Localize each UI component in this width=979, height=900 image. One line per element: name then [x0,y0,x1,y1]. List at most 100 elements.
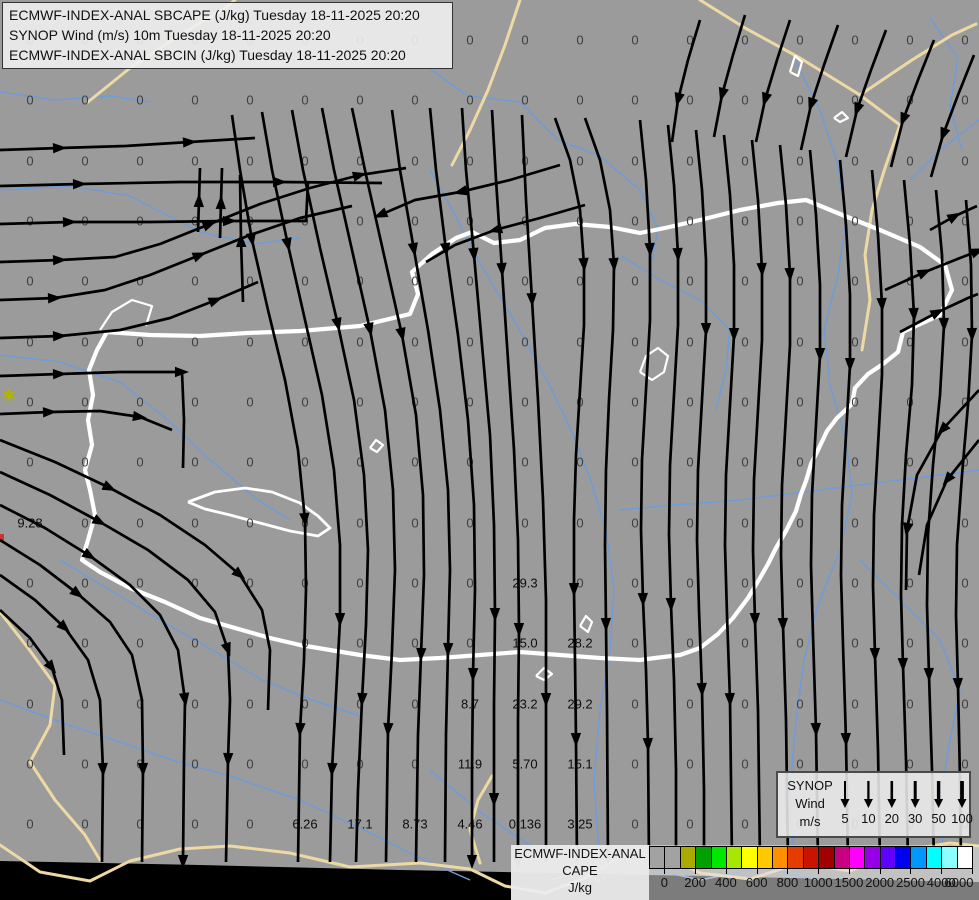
grid-zero-value: 0 [81,816,89,832]
cape-color-box [711,847,727,868]
grid-zero-value: 0 [301,575,309,591]
grid-zero-value: 0 [906,635,914,651]
grid-zero-value: 0 [961,92,969,108]
grid-zero-value: 0 [246,635,254,651]
grid-zero-value: 0 [741,816,749,832]
grid-zero-value: 0 [631,32,639,48]
grid-zero-value: 0 [191,575,199,591]
grid-zero-value: 0 [246,394,254,410]
grid-zero-value: 0 [851,575,859,591]
grid-zero-value: 0 [301,515,309,531]
grid-zero-value: 0 [631,515,639,531]
grid-zero-value: 0 [26,394,34,410]
grid-zero-value: 0 [136,756,144,772]
grid-zero-value: 0 [466,334,474,350]
cape-color-box [757,847,773,868]
cape-tick [910,868,912,874]
wind-speed-arrowhead-icon [957,799,967,808]
weather-map-stage: 0 0 0 0 0 0 0 0 0 0 0 0 0 0 0 0 0 0 0 0 0 0 0 0 0 0 0 0 0 0 0 0 0 0 0 0 0 0 0 0… [0,0,979,900]
cape-tick [664,868,666,874]
grid-zero-value: 0 [26,92,34,108]
grid-zero-value: 0 [191,394,199,410]
cape-color-box [834,847,850,868]
grid-zero-value: 0 [961,394,969,410]
grid-zero-value: 0 [851,394,859,410]
grid-zero-value: 0 [26,273,34,289]
grid-zero-value: 0 [411,575,419,591]
grid-zero-value: 0 [81,334,89,350]
grid-zero-value: 0 [741,394,749,410]
cape-tick-label: 400 [715,875,737,890]
grid-zero-value: 0 [851,153,859,169]
grid-zero-value: 0 [136,575,144,591]
grid-zero-value: 0 [686,92,694,108]
cape-color-box [773,847,789,868]
grid-zero-value: 0 [246,153,254,169]
wind-legend-title: SYNOP [787,778,833,793]
grid-zero-value: 0 [796,515,804,531]
station-value: 8.7 [460,696,480,712]
grid-zero-value: 0 [961,696,969,712]
grid-zero-value: 0 [796,696,804,712]
grid-zero-value: 0 [246,273,254,289]
grid-zero-value: 0 [851,635,859,651]
grid-zero-value: 0 [686,696,694,712]
grid-zero-value: 0 [631,334,639,350]
station-value: 15.1 [567,756,593,772]
cape-tick [818,868,820,874]
grid-zero-value: 0 [686,635,694,651]
station-value: 23.2 [512,696,538,712]
grid-zero-value: 0 [686,575,694,591]
grid-zero-value: 0 [411,92,419,108]
cape-color-box [665,847,681,868]
grid-zero-value: 0 [796,92,804,108]
grid-zero-value: 0 [906,213,914,229]
cape-tick [848,868,850,874]
station-value: 4.46 [457,816,483,832]
grid-zero-value: 0 [631,575,639,591]
grid-zero-value: 0 [191,273,199,289]
grid-zero-value: 0 [246,756,254,772]
grid-zero-value: 0 [411,334,419,350]
grid-zero-value: 0 [26,635,34,651]
station-value: 29.3 [512,575,538,591]
grid-zero-value: 0 [301,213,309,229]
grid-zero-value: 0 [356,273,364,289]
grid-zero-value: 0 [26,334,34,350]
grid-zero-value: 0 [356,696,364,712]
grid-zero-value: 0 [136,454,144,470]
grid-zero-value: 0 [411,454,419,470]
cape-tick [695,868,697,874]
grid-zero-value: 0 [741,92,749,108]
grid-zero-value: 0 [136,334,144,350]
map-title-box: ECMWF-INDEX-ANAL SBCAPE (J/kg) Tuesday 1… [2,2,453,69]
grid-zero-value: 0 [521,32,529,48]
grid-zero-value: 0 [686,273,694,289]
grid-zero-value: 0 [26,153,34,169]
grid-zero-value: 0 [631,756,639,772]
grid-zero-value: 0 [81,273,89,289]
title-line-wind: SYNOP Wind (m/s) 10m Tuesday 18-11-2025 … [9,27,331,43]
grid-zero-value: 0 [961,635,969,651]
title-line-sbcin: ECMWF-INDEX-ANAL SBCIN (J/kg) Tuesday 18… [9,47,406,63]
grid-zero-value: 0 [576,515,584,531]
grid-zero-value: 0 [521,334,529,350]
grid-zero-value: 0 [906,92,914,108]
grid-zero-value: 0 [961,153,969,169]
grid-zero-value: 0 [136,515,144,531]
grid-zero-value: 0 [741,454,749,470]
grid-zero-value: 0 [301,454,309,470]
cape-tick-label: 2000 [865,875,895,890]
cape-legend-param: CAPE [562,863,598,878]
grid-zero-value: 0 [191,454,199,470]
cape-color-box [726,847,743,868]
grid-zero-value: 0 [26,213,34,229]
grid-zero-value: 0 [906,454,914,470]
wind-legend-labels: SYNOP Wind m/s [784,777,836,831]
grid-zero-value: 0 [961,334,969,350]
grid-zero-value: 0 [851,696,859,712]
grid-zero-value: 0 [576,575,584,591]
grid-zero-value: 0 [631,635,639,651]
grid-zero-value: 0 [741,273,749,289]
grid-zero-value: 0 [191,213,199,229]
